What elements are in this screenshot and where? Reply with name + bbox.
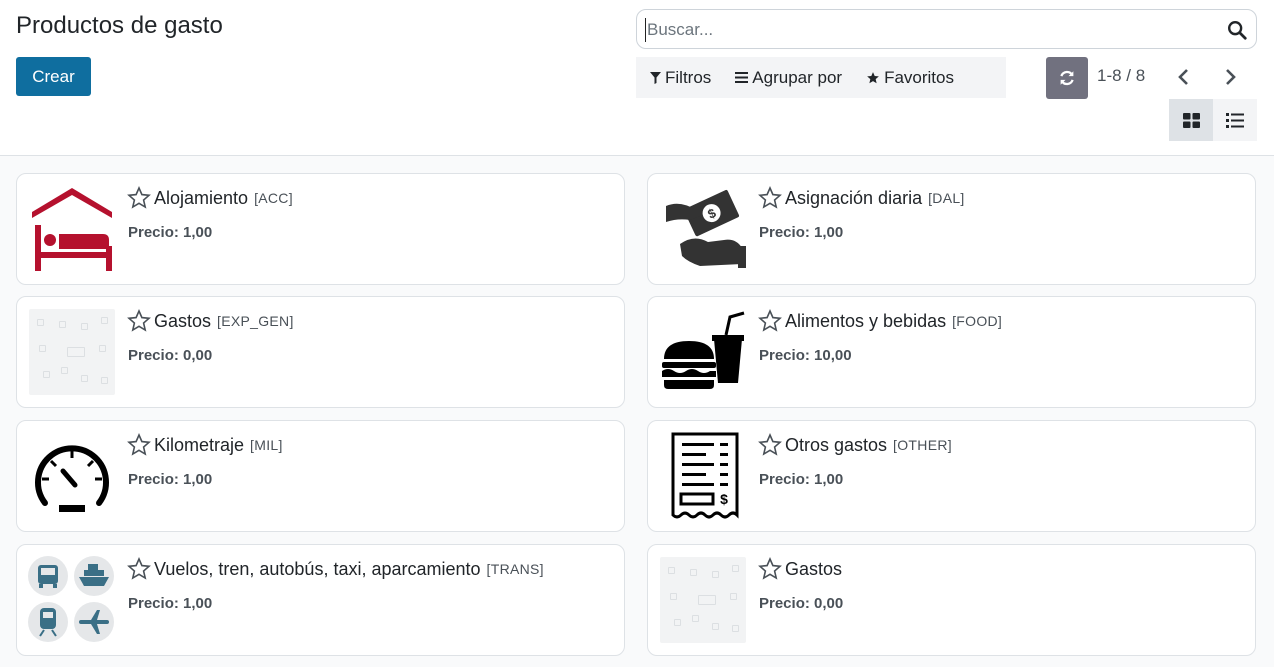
product-code: [OTHER] [893, 437, 952, 453]
product-title: Alojamiento [ACC] [127, 186, 293, 210]
product-title: Vuelos, tren, autobús, taxi, aparcamient… [127, 557, 544, 581]
pager-value[interactable]: 1-8 / 8 [1097, 66, 1145, 86]
product-title: Alimentos y bebidas [FOOD] [758, 309, 1002, 333]
product-code: [MIL] [250, 437, 283, 453]
product-code: [TRANS] [486, 561, 544, 577]
product-title: Asignación diaria [DAL] [758, 186, 965, 210]
product-code: [EXP_GEN] [217, 313, 294, 329]
search-input[interactable] [645, 18, 1215, 42]
product-card[interactable]: Kilometraje [MIL] Precio: 1,00 [16, 420, 625, 532]
product-name: Alimentos y bebidas [785, 310, 947, 331]
star-outline-icon[interactable] [758, 433, 782, 457]
speedometer-icon [35, 445, 109, 512]
product-card[interactable]: Alimentos y bebidas [FOOD] Precio: 10,00 [647, 296, 1256, 408]
product-price: Precio: 1,00 [128, 224, 213, 241]
transport-icons [28, 556, 114, 642]
filters-button[interactable]: Filtros [650, 68, 711, 88]
chevron-left-icon[interactable] [1174, 66, 1194, 88]
star-outline-icon[interactable] [127, 186, 151, 210]
star-outline-icon[interactable] [127, 557, 151, 581]
product-image [27, 184, 117, 274]
product-title: Gastos [758, 557, 842, 581]
favorites-label: Favoritos [884, 67, 954, 87]
product-code: [DAL] [928, 190, 965, 206]
product-image [27, 307, 117, 397]
product-card[interactable]: $ Otros gastos [OTHER] Precio: 1,00 [647, 420, 1256, 532]
product-price: Precio: 1,00 [128, 471, 213, 488]
product-name: Alojamiento [154, 187, 249, 208]
star-outline-icon[interactable] [127, 433, 151, 457]
product-card[interactable]: Gastos [EXP_GEN] Precio: 0,00 [16, 296, 625, 408]
refresh-icon [1060, 70, 1074, 86]
star-outline-icon[interactable] [127, 309, 151, 333]
filters-label: Filtros [665, 67, 712, 87]
product-card[interactable]: Vuelos, tren, autobús, taxi, aparcamient… [16, 544, 625, 656]
product-price: Precio: 10,00 [759, 347, 852, 364]
product-image: $ [658, 431, 748, 521]
svg-text:$: $ [720, 491, 728, 507]
groupby-button[interactable]: Agrupar por [735, 68, 842, 88]
create-button[interactable]: Crear [16, 57, 91, 96]
list-icon [1226, 112, 1244, 128]
placeholder-image-icon [29, 309, 115, 395]
placeholder-image-icon [660, 557, 746, 643]
money-hand-icon: $ [666, 190, 746, 268]
bars-icon [735, 72, 749, 83]
refresh-button[interactable] [1046, 57, 1088, 99]
product-card[interactable]: Alojamiento [ACC] Precio: 1,00 [16, 173, 625, 285]
product-name: Kilometraje [154, 434, 245, 455]
star-outline-icon[interactable] [758, 186, 782, 210]
page-title: Productos de gasto [16, 12, 223, 39]
filter-icon [650, 71, 661, 84]
product-image [658, 555, 748, 645]
product-image [27, 555, 117, 645]
product-card[interactable]: $ Asignación diaria [DAL] Precio: 1,00 [647, 173, 1256, 285]
product-code: [ACC] [254, 190, 293, 206]
product-image [27, 431, 117, 521]
search-bar [636, 9, 1257, 49]
star-outline-icon[interactable] [758, 557, 782, 581]
product-image: $ [658, 184, 748, 274]
product-title: Gastos [EXP_GEN] [127, 309, 294, 333]
product-price: Precio: 1,00 [759, 471, 844, 488]
chevron-right-icon[interactable] [1220, 66, 1240, 88]
product-price: Precio: 1,00 [759, 224, 844, 241]
star-icon [867, 71, 879, 83]
list-view-button[interactable] [1213, 99, 1257, 141]
product-name: Gastos [785, 558, 843, 579]
product-name: Gastos [154, 310, 212, 331]
product-title: Kilometraje [MIL] [127, 433, 283, 457]
product-price: Precio: 0,00 [128, 347, 213, 364]
product-code: [FOOD] [952, 313, 1003, 329]
product-price: Precio: 1,00 [128, 595, 213, 612]
search-icon[interactable] [1226, 19, 1248, 41]
hotel-bed-icon [32, 188, 112, 271]
product-title: Otros gastos [OTHER] [758, 433, 952, 457]
product-name: Otros gastos [785, 434, 888, 455]
product-name: Asignación diaria [785, 187, 923, 208]
burger-drink-icon [662, 311, 745, 389]
view-switcher [1169, 99, 1257, 141]
kanban-view-button[interactable] [1169, 99, 1213, 141]
product-card[interactable]: Gastos Precio: 0,00 [647, 544, 1256, 656]
control-panel: Productos de gasto Crear Filtros Agrupar… [0, 0, 1274, 156]
product-price: Precio: 0,00 [759, 595, 844, 612]
favorites-button[interactable]: Favoritos [866, 68, 954, 88]
receipt-icon: $ [671, 432, 739, 519]
star-outline-icon[interactable] [758, 309, 782, 333]
search-options: Filtros Agrupar por Favoritos [636, 57, 1006, 98]
product-name: Vuelos, tren, autobús, taxi, aparcamient… [154, 558, 481, 579]
groupby-label: Agrupar por [752, 67, 843, 87]
grid-icon [1182, 112, 1200, 128]
product-image [658, 307, 748, 397]
